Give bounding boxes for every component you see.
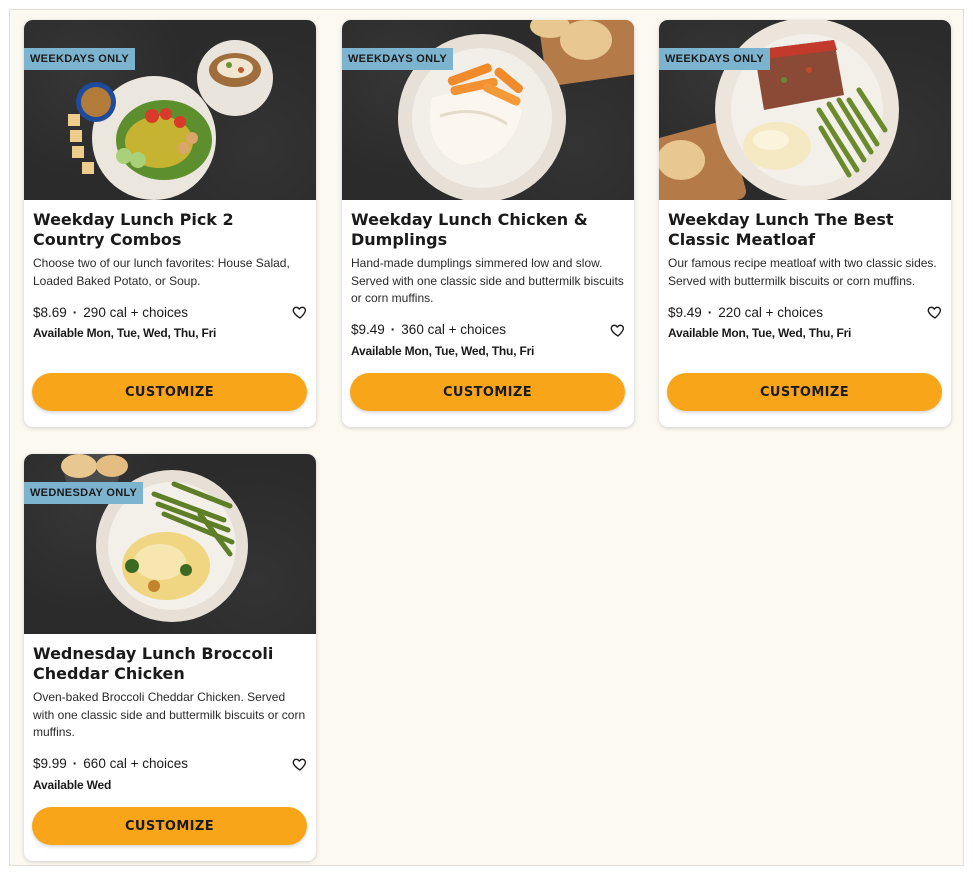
- item-calories: 290 cal + choices: [83, 304, 188, 320]
- item-price: $9.49: [351, 322, 385, 337]
- customize-button[interactable]: CUSTOMIZE: [32, 373, 307, 411]
- customize-button[interactable]: CUSTOMIZE: [350, 373, 625, 411]
- item-title[interactable]: Wednesday Lunch Broccoli Cheddar Chicken: [33, 644, 307, 684]
- separator-dot: ·: [707, 304, 713, 320]
- separator-dot: ·: [390, 322, 396, 337]
- favorite-heart-icon[interactable]: [292, 304, 308, 320]
- item-title[interactable]: Weekday Lunch Chicken & Dumplings: [351, 210, 625, 250]
- separator-dot: ·: [72, 756, 78, 771]
- customize-button[interactable]: CUSTOMIZE: [32, 807, 307, 845]
- price-calories-row: $9.49 · 220 cal + choices: [668, 302, 942, 322]
- availability-badge: WEEKDAYS ONLY: [342, 48, 454, 70]
- item-description: Oven-baked Broccoli Cheddar Chicken. Ser…: [33, 690, 306, 739]
- item-calories: 220 cal + choices: [718, 304, 823, 320]
- menu-grid: WEEKDAYS ONLY Weekday Lunch Pick 2 Count…: [9, 9, 964, 866]
- availability-badge: WEEKDAYS ONLY: [24, 48, 136, 70]
- food-photo[interactable]: WEDNESDAY ONLY: [24, 454, 316, 634]
- item-title[interactable]: Weekday Lunch Pick 2 Country Combos: [33, 210, 307, 250]
- food-photo[interactable]: WEEKDAYS ONLY: [24, 20, 316, 200]
- availability-days: Available Wed: [33, 777, 112, 792]
- food-photo[interactable]: WEEKDAYS ONLY: [342, 20, 634, 200]
- price-calories-row: $8.69 · 290 cal + choices: [33, 302, 307, 322]
- item-calories: 660 cal + choices: [83, 756, 188, 771]
- availability-days: Available Mon, Tue, Wed, Thu, Fri: [351, 343, 535, 358]
- menu-item-card[interactable]: WEEKDAYS ONLY Weekday Lunch Pick 2 Count…: [24, 20, 316, 427]
- item-description: Our famous recipe meatloaf with two clas…: [668, 256, 937, 288]
- item-price: $9.99: [33, 756, 67, 771]
- item-title[interactable]: Weekday Lunch The Best Classic Meatloaf: [668, 210, 942, 250]
- item-description: Choose two of our lunch favorites: House…: [33, 256, 290, 288]
- favorite-heart-icon[interactable]: [927, 304, 943, 320]
- item-price: $8.69: [33, 304, 67, 320]
- meatloaf-photo: [659, 20, 899, 200]
- chicken-dumplings-photo: [398, 20, 634, 200]
- menu-item-card[interactable]: WEEKDAYS ONLY Weekday Lunch The Best Cla…: [659, 20, 951, 427]
- menu-item-card[interactable]: WEDNESDAY ONLY Wednesday Lunch Broccoli …: [24, 454, 316, 861]
- availability-days: Available Mon, Tue, Wed, Thu, Fri: [668, 326, 852, 340]
- item-description: Hand-made dumplings simmered low and slo…: [351, 256, 624, 305]
- favorite-heart-icon[interactable]: [292, 756, 308, 772]
- customize-button[interactable]: CUSTOMIZE: [667, 373, 942, 411]
- availability-days: Available Mon, Tue, Wed, Thu, Fri: [33, 326, 217, 340]
- favorite-heart-icon[interactable]: [610, 322, 626, 338]
- item-price: $9.49: [668, 304, 702, 320]
- item-calories: 360 cal + choices: [401, 322, 506, 337]
- availability-badge: WEDNESDAY ONLY: [24, 482, 144, 504]
- pick2-combo-photo: [68, 40, 273, 200]
- broccoli-cheddar-chicken-photo: [61, 454, 248, 622]
- food-photo[interactable]: WEEKDAYS ONLY: [659, 20, 951, 200]
- price-calories-row: $9.49 · 360 cal + choices: [351, 320, 625, 340]
- availability-badge: WEEKDAYS ONLY: [659, 48, 771, 70]
- price-calories-row: $9.99 · 660 cal + choices: [33, 754, 307, 774]
- separator-dot: ·: [72, 304, 78, 320]
- menu-item-card[interactable]: WEEKDAYS ONLY Weekday Lunch Chicken & Du…: [342, 20, 634, 427]
